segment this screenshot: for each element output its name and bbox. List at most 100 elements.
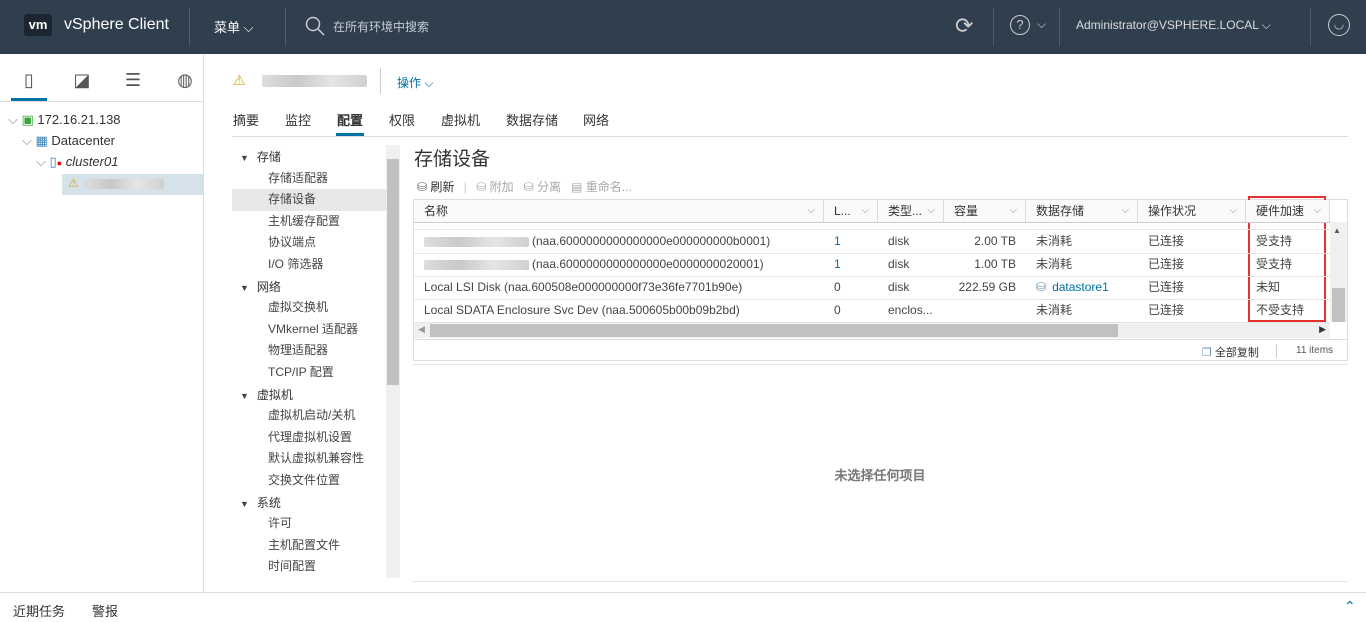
refresh-storage-icon: ⛁ <box>417 180 428 194</box>
refresh-button[interactable]: ⛁ 刷新 <box>417 180 454 194</box>
detach-label: 分离 <box>537 180 562 194</box>
global-search[interactable]: 在所有环境中搜索 <box>305 14 805 40</box>
actions-label: 操作 <box>397 76 422 90</box>
host-warning-icon: ⚠ <box>68 176 79 190</box>
nav-item[interactable]: 默认虚拟机兼容性 <box>268 448 364 470</box>
status-value: 已连接 <box>1148 234 1185 248</box>
attach-button[interactable]: ⛁ 附加 <box>476 180 513 194</box>
grid-horizontal-scrollbar[interactable]: ◀ ▶ <box>414 323 1330 338</box>
chevron-down-icon: ⌵ <box>927 205 935 216</box>
refresh-label: 刷新 <box>430 180 455 194</box>
capacity-value: 2.00 TB <box>974 234 1016 248</box>
copy-all-button[interactable]: ❐ 全部复制 <box>1202 344 1259 360</box>
nav-group[interactable]: ▼ 系统 <box>240 494 281 511</box>
column-header[interactable]: L... ⌵ <box>824 200 878 222</box>
expand-up-icon[interactable]: ⌃ <box>1344 598 1356 615</box>
chevron-down-icon: ⌵ <box>1009 205 1017 216</box>
nav-item[interactable]: 代理虚拟机设置 <box>268 427 352 449</box>
tab-3[interactable]: 权限 <box>389 110 415 129</box>
nav-item[interactable]: 存储适配器 <box>268 168 328 190</box>
nav-item[interactable]: 许可 <box>268 513 292 535</box>
cell-datastore: ⛁ datastore1 <box>1026 276 1138 299</box>
bottom-bar: 近期任务 警报 ⌃ <box>0 592 1366 622</box>
cell-name: Local LSI Disk (naa.600508e000000000f73e… <box>414 276 824 299</box>
datastore-value[interactable]: datastore1 <box>1052 280 1109 294</box>
column-header-label: 名称 <box>424 204 449 218</box>
nav-item[interactable]: I/O 筛选器 <box>268 254 323 276</box>
column-header[interactable]: 操作状况 ⌵ <box>1138 200 1246 222</box>
nav-item[interactable]: 虚拟机启动/关机 <box>268 405 355 427</box>
tree-item-vcenter[interactable]: ⌵ ▣ 172.16.21.138 <box>8 110 121 130</box>
nav-group[interactable]: ▼ 网络 <box>240 278 281 295</box>
column-header[interactable]: 硬件加速 ⌵ <box>1246 200 1330 222</box>
cell-name: (naa.6000000000000000e000000000b0001) <box>414 230 824 253</box>
network-tab-icon[interactable]: ◍ <box>167 70 203 100</box>
tree-label: Datacenter <box>51 133 115 148</box>
nav-group[interactable]: ▼ 存储 <box>240 148 281 165</box>
nav-item[interactable]: 存储设备 <box>268 189 316 211</box>
recent-tasks-tab[interactable]: 近期任务 <box>13 601 65 620</box>
refresh-icon[interactable]: ⟳ <box>955 13 973 39</box>
detach-button[interactable]: ⛁ 分离 <box>524 180 561 194</box>
hosts-clusters-tab-icon[interactable]: ▯ <box>11 70 47 100</box>
config-nav-scrollbar[interactable] <box>386 145 400 578</box>
cell-lun: 0 <box>824 276 878 299</box>
tree-label: cluster01 <box>65 154 119 169</box>
cell-name: Local SDATA Enclosure Svc Dev (naa.50060… <box>414 299 824 322</box>
attach-icon: ⛁ <box>476 180 487 194</box>
nav-item[interactable]: 协议端点 <box>268 232 316 254</box>
nav-item[interactable]: 主机配置文件 <box>268 535 340 557</box>
chevron-down-icon[interactable]: ⌵ <box>1037 17 1046 32</box>
menu-button[interactable]: 菜单 ⌵ <box>214 17 254 36</box>
nav-item[interactable]: 主机缓存配置 <box>268 211 340 233</box>
column-header[interactable]: 名称 ⌵ <box>414 200 824 222</box>
user-menu[interactable]: Administrator@VSPHERE.LOCAL ⌵ <box>1076 18 1271 33</box>
tree-item-host-selected[interactable]: ⚠ <box>62 174 203 195</box>
datastore-value: 未消耗 <box>1036 257 1073 271</box>
datastore-value: 未消耗 <box>1036 234 1073 248</box>
actions-menu-button[interactable]: 操作 ⌵ <box>397 74 433 91</box>
storage-tab-icon[interactable]: ☰ <box>115 70 151 100</box>
tree-item-cluster[interactable]: ⌵ ▯● cluster01 <box>36 152 118 172</box>
caret-down-icon: ▼ <box>240 498 249 509</box>
cell-type: disk <box>878 276 944 299</box>
nav-item[interactable]: 时间配置 <box>268 556 316 578</box>
nav-item[interactable]: VMkernel 适配器 <box>268 319 358 341</box>
tab-2[interactable]: 配置 <box>337 110 363 129</box>
help-icon[interactable]: ? <box>1010 15 1030 35</box>
item-count: 11 items <box>1296 345 1334 356</box>
tab-6[interactable]: 网络 <box>583 110 609 129</box>
nav-group-label: 网络 <box>256 279 281 294</box>
nav-group[interactable]: ▼ 虚拟机 <box>240 386 293 403</box>
column-header[interactable]: 数据存储 ⌵ <box>1026 200 1138 222</box>
nav-item[interactable]: TCP/IP 配置 <box>268 362 334 384</box>
rename-button[interactable]: ▤ 重命名... <box>571 180 632 194</box>
toolbar: ⛁ 刷新 | ⛁ 附加 ⛁ 分离 ▤ 重命名... <box>417 180 632 194</box>
column-header[interactable]: 容量 ⌵ <box>944 200 1026 222</box>
alarms-tab[interactable]: 警报 <box>92 601 118 620</box>
capacity-value: 1.00 TB <box>974 257 1016 271</box>
panel-title: 存储设备 <box>414 149 491 170</box>
cluster-error-icon: ▯● <box>49 154 63 169</box>
tab-0[interactable]: 摘要 <box>233 110 259 129</box>
tree-item-datacenter[interactable]: ⌵ ▦ Datacenter <box>22 131 115 151</box>
lun-value: 1 <box>834 234 841 248</box>
search-input[interactable]: 在所有环境中搜索 <box>333 18 429 35</box>
rename-label: 重命名... <box>585 180 632 194</box>
vms-templates-tab-icon[interactable]: ◪ <box>64 70 100 100</box>
grid-vertical-scrollbar[interactable]: ▲ <box>1330 222 1347 322</box>
nav-item[interactable]: 交换文件位置 <box>268 470 340 492</box>
cell-hw_accel: 未知 <box>1246 276 1330 299</box>
tab-4[interactable]: 虚拟机 <box>441 110 480 129</box>
column-header[interactable]: 类型... ⌵ <box>878 200 944 222</box>
tab-1[interactable]: 监控 <box>285 110 311 129</box>
nav-item[interactable]: 物理适配器 <box>268 340 328 362</box>
column-header-label: 硬件加速 <box>1256 204 1305 218</box>
name-value: (naa.6000000000000000e0000000020001) <box>532 257 764 271</box>
user-name: Administrator@VSPHERE.LOCAL <box>1076 18 1259 32</box>
nav-item[interactable]: 虚拟交换机 <box>268 297 328 319</box>
inventory-panel: ▯ ◪ ☰ ◍ ⌵ ▣ 172.16.21.138 ⌵ ▦ Datacenter… <box>0 54 204 592</box>
feedback-smiley-icon[interactable]: ◡ <box>1328 14 1350 36</box>
hw_accel-value: 未知 <box>1256 280 1281 294</box>
tab-5[interactable]: 数据存储 <box>506 110 558 129</box>
